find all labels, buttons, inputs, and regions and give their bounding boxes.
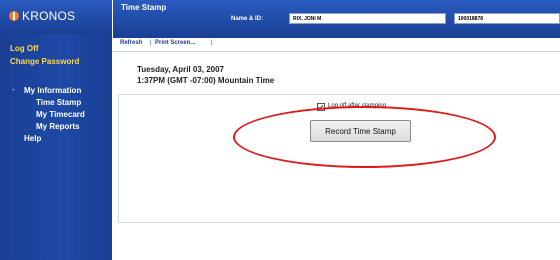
- name-id-label: Name & ID:: [231, 16, 264, 22]
- sidebar-item-my-reports[interactable]: My Reports: [36, 122, 80, 131]
- sidebar-item-help[interactable]: Help: [24, 134, 41, 143]
- sidebar-item-time-stamp[interactable]: Time Stamp: [36, 98, 81, 107]
- change-password-link[interactable]: Change Password: [10, 57, 79, 66]
- logoff-after-stamping-checkbox[interactable]: [317, 103, 325, 111]
- sidebar: KRONOS Log Off Change Password - My Info…: [0, 0, 112, 260]
- section-collapse-icon[interactable]: -: [12, 85, 15, 94]
- kronos-logo: KRONOS: [0, 0, 112, 34]
- print-screen-link[interactable]: Print Screen...: [155, 40, 195, 46]
- toolbar-separator: |: [211, 40, 213, 46]
- sidebar-item-my-timecard[interactable]: My Timecard: [36, 110, 85, 119]
- sidebar-item-my-information[interactable]: My Information: [24, 86, 81, 95]
- kronos-logo-icon: [9, 11, 19, 21]
- refresh-link[interactable]: Refresh: [120, 40, 142, 46]
- employee-id-field: 100018878: [454, 13, 560, 24]
- logoff-after-stamping-label: Log off after stamping: [328, 103, 386, 109]
- page-title: Time Stamp: [121, 3, 167, 12]
- log-off-link[interactable]: Log Off: [10, 44, 38, 53]
- current-date: Tuesday, April 03, 2007: [137, 65, 225, 74]
- header-bar: Time Stamp Name & ID: RIX, JONI M 100018…: [113, 0, 560, 38]
- toolbar: Refresh | Print Screen... |: [113, 38, 560, 52]
- main-content: Tuesday, April 03, 2007 1:37PM (GMT -07:…: [113, 52, 560, 260]
- toolbar-separator: |: [150, 40, 152, 46]
- current-time: 1:37PM (GMT -07:00) Mountain Time: [137, 76, 275, 85]
- employee-name-field: RIX, JONI M: [289, 13, 446, 24]
- time-stamp-panel: Log off after stamping Record Time Stamp: [118, 94, 560, 223]
- record-time-stamp-button[interactable]: Record Time Stamp: [310, 120, 411, 142]
- kronos-logo-text: KRONOS: [22, 9, 76, 23]
